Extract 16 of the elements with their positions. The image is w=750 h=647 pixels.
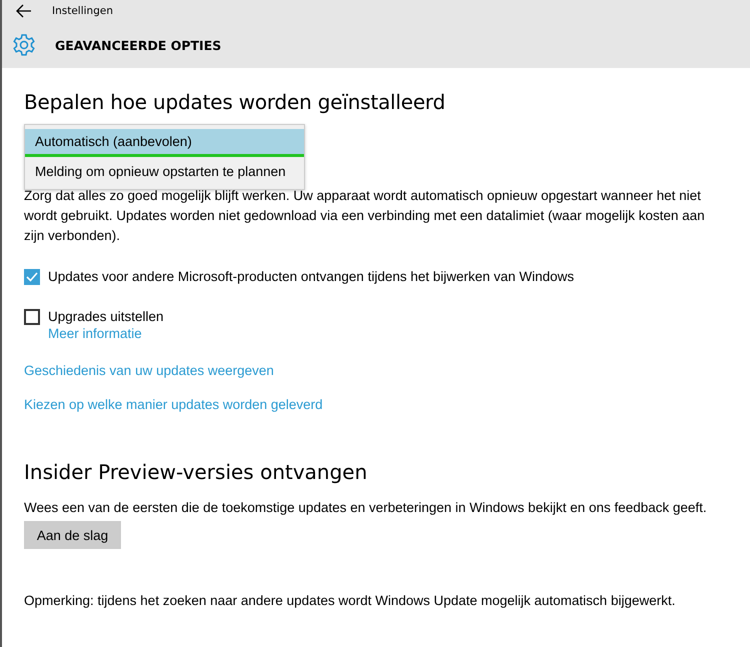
- dropdown-option[interactable]: Automatisch (aanbevolen): [25, 129, 304, 157]
- description-text: Zorg dat alles zo goed mogelijk blijft werken. Uw apparaat wordt automatisch opnieuw opgestart wanneer het niet wordt gebruikt. Updates worden niet gedownload via een verbinding met een datalimiet (waar mogelijk kosten aan zijn verbonden).: [24, 187, 706, 245]
- page-title: GEAVANCEERDE OPTIES: [55, 38, 222, 52]
- checkbox[interactable]: [24, 309, 40, 325]
- checkbox-label: Upgrades uitstellen: [48, 308, 164, 326]
- back-button[interactable]: [16, 4, 32, 18]
- section-heading: Insider Preview-versies ontvangen: [24, 460, 368, 484]
- settings-icon: [12, 33, 36, 57]
- section-heading: Bepalen hoe updates worden geïnstalleerd: [24, 90, 446, 114]
- window-title: Instellingen: [52, 5, 113, 17]
- insider-text: Wees een van de eersten die de toekomstige updates en verbeteringen in Windows bekijkt en ons feedback geeft.: [24, 500, 708, 515]
- note-text: Opmerking: tijdens het zoeken naar andere updates wordt Windows Update mogelijk automatisch bijgewerkt.: [24, 593, 676, 608]
- checkbox-label: Updates voor andere Microsoft-producten ontvangen tijdens het bijwerken van Windows: [48, 268, 574, 286]
- dropdown-option[interactable]: Melding om opnieuw opstarten te plannen: [25, 157, 304, 185]
- checkbox[interactable]: [24, 269, 40, 285]
- start-button[interactable]: Aan de slag: [24, 521, 121, 549]
